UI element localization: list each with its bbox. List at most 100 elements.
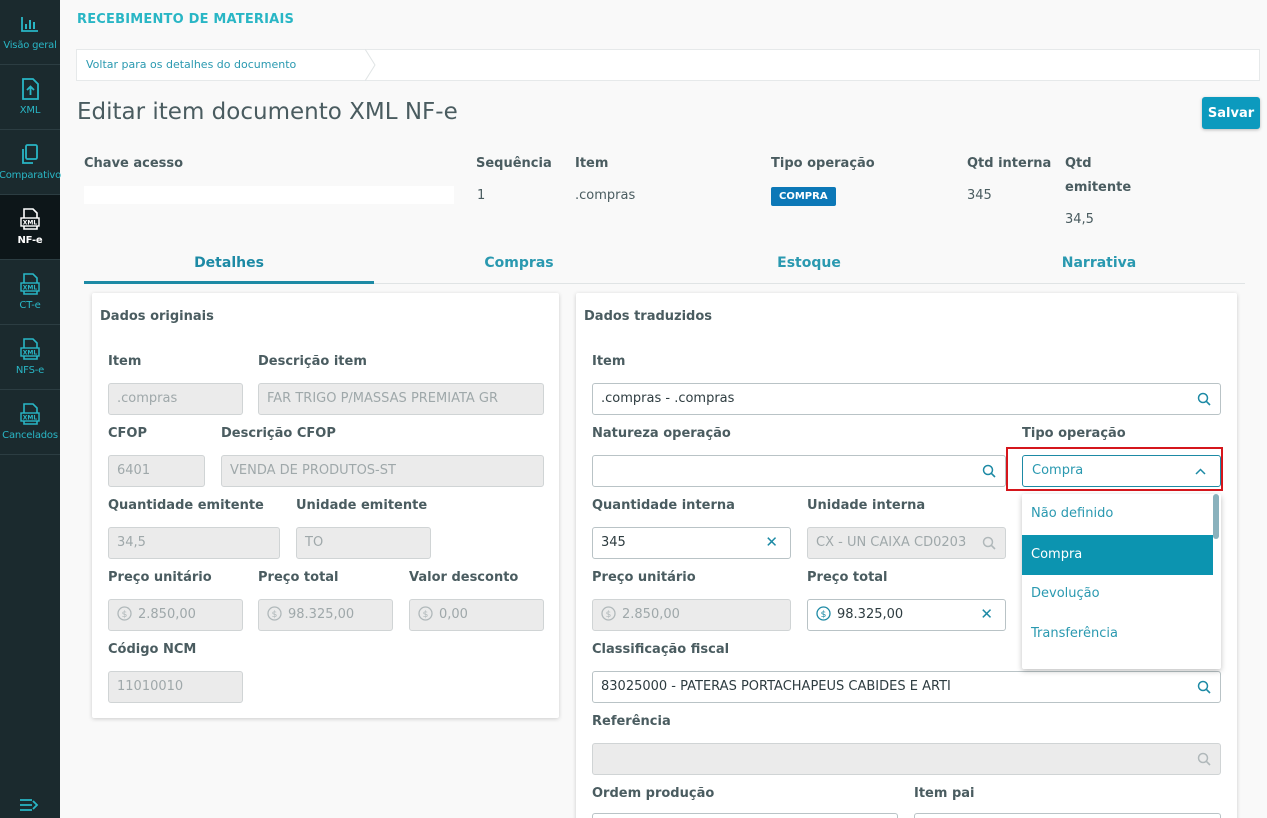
trad-ordem-label: Ordem produção bbox=[592, 786, 715, 801]
orig-desc-cfop-field: VENDA DE PRODUTOS-ST bbox=[221, 455, 544, 487]
sidebar-item-label: Comparativo bbox=[0, 170, 62, 181]
sidebar-item-xml[interactable]: XML bbox=[0, 65, 60, 130]
qtd-emitente-label-2: emitente bbox=[1065, 180, 1132, 195]
dropdown-option[interactable]: Transferência bbox=[1022, 614, 1213, 654]
tipo-operacao-label: Tipo operação bbox=[771, 156, 875, 171]
svg-text:$: $ bbox=[122, 610, 128, 620]
trad-preco-unitario-field: $2.850,00 bbox=[592, 599, 791, 631]
search-icon[interactable] bbox=[1197, 680, 1211, 694]
dropdown-option[interactable]: Devolução bbox=[1022, 574, 1213, 614]
copy-icon bbox=[22, 144, 38, 164]
breadcrumb: Voltar para os detalhes do documento bbox=[76, 49, 1260, 81]
search-icon bbox=[982, 536, 996, 550]
sidebar-item-label: CT-e bbox=[19, 300, 41, 311]
orig-valor-desconto-label: Valor desconto bbox=[409, 570, 519, 585]
chave-acesso-value bbox=[84, 186, 454, 204]
sidebar-item-nfse[interactable]: XML NFS-e bbox=[0, 325, 60, 390]
dropdown-scrollbar[interactable] bbox=[1213, 494, 1219, 539]
sidebar: Visão geral XML Comparativo XML NF-e XML… bbox=[0, 0, 62, 818]
trad-unidade-interna-label: Unidade interna bbox=[807, 498, 926, 513]
tab-estoque[interactable]: Estoque bbox=[664, 248, 954, 284]
orig-descricao-field: FAR TRIGO P/MASSAS PREMIATA GR bbox=[258, 383, 544, 415]
dados-originais-title: Dados originais bbox=[100, 309, 214, 324]
trad-item-pai-label: Item pai bbox=[914, 786, 975, 801]
sidebar-item-label: NF-e bbox=[17, 235, 43, 246]
save-button[interactable]: Salvar bbox=[1202, 97, 1260, 129]
trad-qtd-interna-label: Quantidade interna bbox=[592, 498, 735, 513]
chave-acesso-label: Chave acesso bbox=[84, 156, 184, 171]
xml-file-icon: XML bbox=[20, 403, 40, 425]
orig-valor-desconto-field: $0,00 bbox=[409, 599, 544, 631]
orig-preco-total-field: $98.325,00 bbox=[258, 599, 393, 631]
orig-qtd-emitente-field: 34,5 bbox=[108, 527, 280, 559]
orig-preco-unitario-field: $2.850,00 bbox=[108, 599, 243, 631]
sidebar-item-visao-geral[interactable]: Visão geral bbox=[0, 0, 60, 65]
trad-classificacao-input[interactable]: 83025000 - PATERAS PORTACHAPEUS CABIDES … bbox=[592, 671, 1221, 703]
tab-detalhes[interactable]: Detalhes bbox=[84, 248, 374, 284]
orig-item-field: .compras bbox=[108, 383, 243, 415]
orig-unidade-emitente-field: TO bbox=[296, 527, 431, 559]
trad-unidade-interna-field: CX - UN CAIXA CD0203 bbox=[807, 527, 1006, 559]
search-icon bbox=[1197, 752, 1211, 766]
breadcrumb-separator bbox=[365, 49, 376, 81]
currency-icon: $ bbox=[117, 606, 132, 621]
orig-desc-cfop-label: Descrição CFOP bbox=[221, 426, 336, 441]
dropdown-option-selected[interactable]: Compra bbox=[1022, 535, 1213, 575]
sidebar-item-label: XML bbox=[19, 105, 41, 116]
orig-qtd-emitente-label: Quantidade emitente bbox=[108, 498, 264, 513]
sidebar-item-nfe[interactable]: XML NF-e bbox=[0, 195, 60, 260]
item-label: Item bbox=[575, 156, 609, 171]
tab-bar: Detalhes Compras Estoque Narrativa bbox=[84, 248, 1245, 284]
trad-item-pai-input[interactable] bbox=[914, 813, 1221, 818]
xml-file-icon: XML bbox=[20, 208, 40, 230]
sidebar-item-label: Cancelados bbox=[2, 430, 58, 441]
search-icon[interactable] bbox=[982, 464, 996, 478]
svg-text:$: $ bbox=[606, 610, 612, 620]
currency-icon: $ bbox=[267, 606, 282, 621]
highlight-annotation bbox=[1006, 447, 1223, 491]
search-icon[interactable] bbox=[1197, 392, 1211, 406]
svg-text:$: $ bbox=[821, 610, 827, 620]
sidebar-item-comparativo[interactable]: Comparativo bbox=[0, 130, 62, 195]
currency-icon: $ bbox=[601, 606, 616, 621]
svg-text:XML: XML bbox=[23, 415, 38, 422]
dropdown-option[interactable]: Não definido bbox=[1022, 494, 1213, 534]
upload-file-icon bbox=[22, 78, 39, 100]
orig-cfop-field: 6401 bbox=[108, 455, 205, 487]
tab-narrativa[interactable]: Narrativa bbox=[954, 248, 1244, 284]
currency-icon: $ bbox=[816, 606, 831, 621]
trad-qtd-interna-input[interactable]: 345 ✕ bbox=[592, 527, 791, 559]
orig-cfop-label: CFOP bbox=[108, 426, 147, 441]
sidebar-item-cancelados[interactable]: XML Cancelados bbox=[0, 390, 60, 455]
clear-icon[interactable]: ✕ bbox=[765, 533, 778, 551]
dados-traduzidos-title: Dados traduzidos bbox=[584, 309, 713, 324]
qtd-interna-label: Qtd interna bbox=[967, 156, 1052, 171]
sidebar-item-cte[interactable]: XML CT-e bbox=[0, 260, 60, 325]
trad-tipo-label: Tipo operação bbox=[1022, 426, 1126, 441]
svg-text:XML: XML bbox=[23, 350, 38, 357]
xml-file-icon: XML bbox=[20, 273, 40, 295]
clear-icon[interactable]: ✕ bbox=[980, 605, 993, 623]
item-value: .compras bbox=[575, 188, 636, 203]
xml-file-icon: XML bbox=[20, 338, 40, 360]
trad-item-input[interactable]: .compras - .compras bbox=[592, 383, 1221, 415]
qtd-interna-value: 345 bbox=[967, 188, 992, 203]
orig-unidade-emitente-label: Unidade emitente bbox=[296, 498, 428, 513]
orig-ncm-field: 11010010 bbox=[108, 671, 243, 703]
sequencia-value: 1 bbox=[477, 188, 486, 203]
svg-text:$: $ bbox=[423, 610, 429, 620]
menu-collapse-icon[interactable] bbox=[18, 796, 40, 814]
breadcrumb-back-link[interactable]: Voltar para os detalhes do documento bbox=[86, 58, 296, 71]
trad-ordem-input[interactable] bbox=[592, 813, 898, 818]
tipo-operacao-tag: COMPRA bbox=[771, 187, 836, 206]
tab-compras[interactable]: Compras bbox=[374, 248, 664, 284]
qtd-emitente-label: Qtd bbox=[1065, 156, 1092, 171]
trad-natureza-input[interactable] bbox=[592, 455, 1006, 487]
tipo-operacao-dropdown: Não definido Compra Devolução Transferên… bbox=[1022, 494, 1221, 669]
qtd-emitente-value: 34,5 bbox=[1065, 212, 1094, 227]
trad-natureza-label: Natureza operação bbox=[592, 426, 731, 441]
trad-preco-total-input[interactable]: $98.325,00 ✕ bbox=[807, 599, 1006, 631]
trad-referencia-field bbox=[592, 743, 1221, 775]
trad-referencia-label: Referência bbox=[592, 714, 671, 729]
app-title: RECEBIMENTO DE MATERIAIS bbox=[77, 12, 295, 27]
